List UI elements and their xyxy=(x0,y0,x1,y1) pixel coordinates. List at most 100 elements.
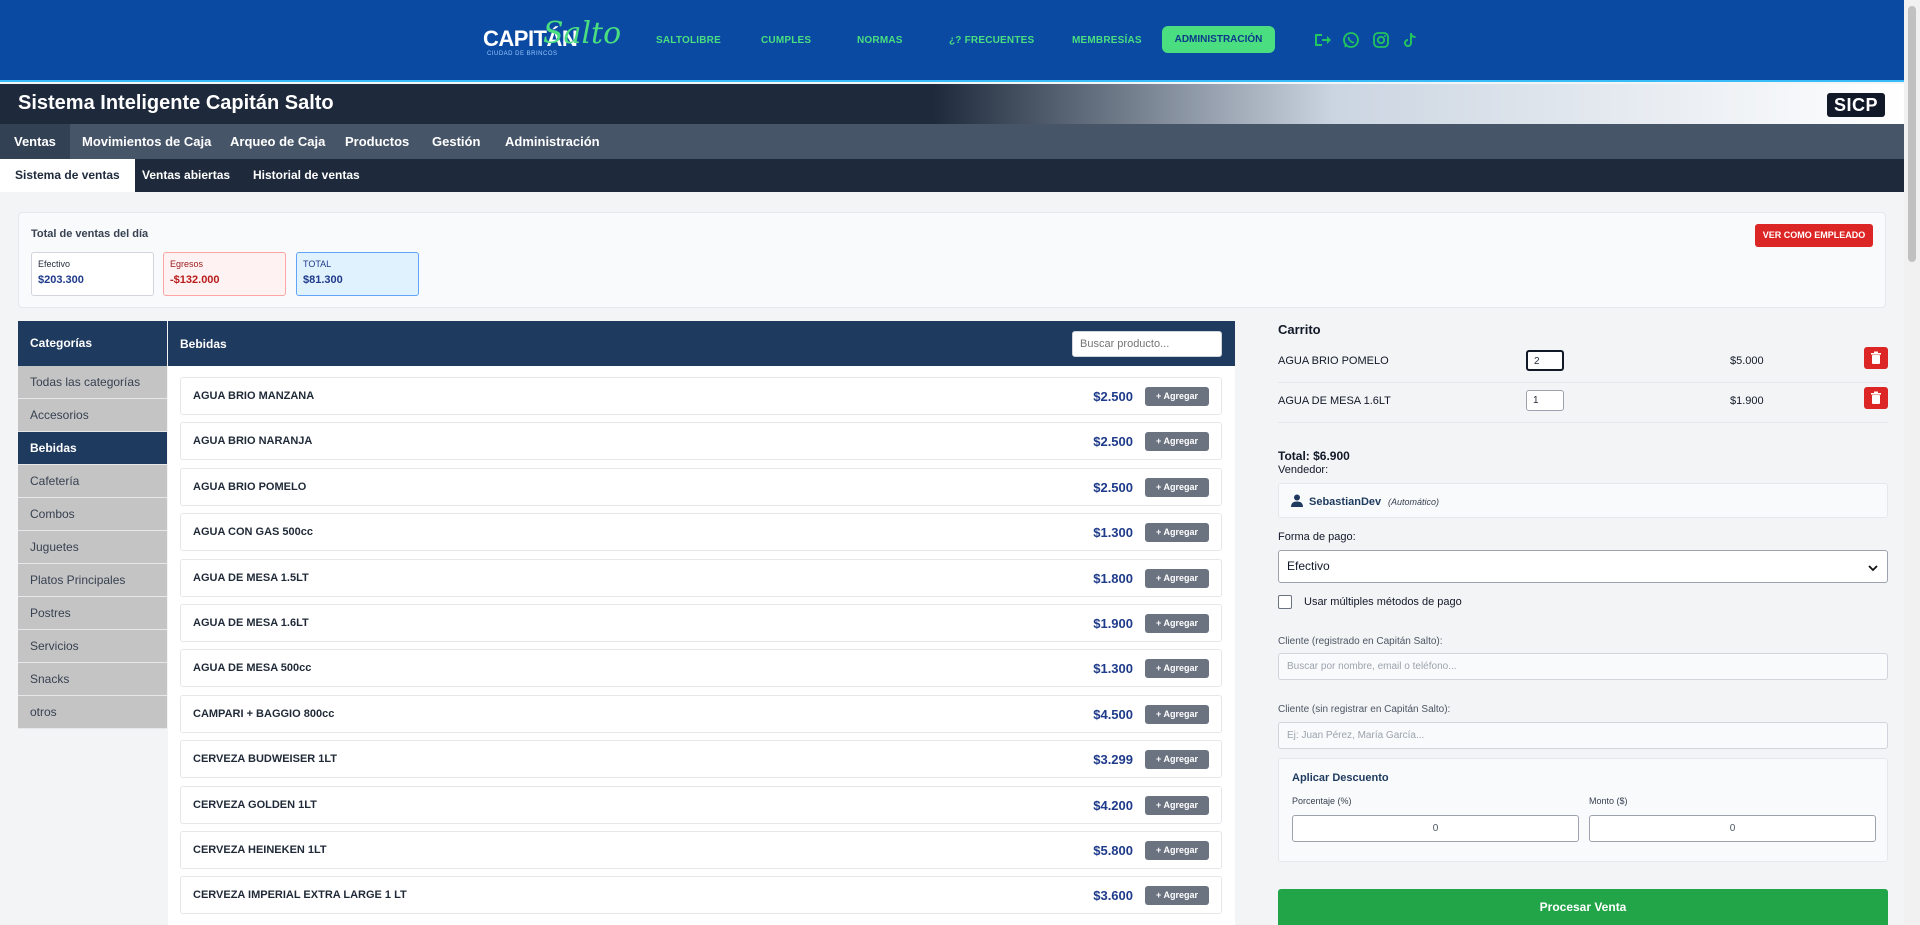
main-tabs: Ventas Movimientos de Caja Arqueo de Caj… xyxy=(0,124,1904,159)
product-row: CERVEZA BUDWEISER 1LT $3.299 + Agregar xyxy=(180,740,1222,779)
category-item[interactable]: Postres xyxy=(18,597,167,630)
product-price: $1.300 xyxy=(1093,525,1133,541)
category-item[interactable]: Todas las categorías xyxy=(18,366,167,399)
tab-arqueo-caja[interactable]: Arqueo de Caja xyxy=(216,124,339,159)
product-price: $1.300 xyxy=(1093,661,1133,677)
nav-admin-button[interactable]: ADMINISTRACIÓN xyxy=(1162,26,1275,53)
card-label: Efectivo xyxy=(38,259,71,269)
discount-amount-input[interactable]: 0 xyxy=(1589,815,1876,842)
delete-cart-item-button[interactable] xyxy=(1864,347,1888,369)
logo-tagline: CIUDAD DE BRINCOS xyxy=(487,51,558,57)
product-search-input[interactable] xyxy=(1072,331,1222,357)
category-item[interactable]: Combos xyxy=(18,498,167,531)
cart-item-name: AGUA DE MESA 1.6LT xyxy=(1278,395,1391,407)
tab-movimientos-caja[interactable]: Movimientos de Caja xyxy=(68,124,225,159)
capitan-salto-logo[interactable]: CAPITÁN Salto CIUDAD DE BRINCOS xyxy=(483,14,621,68)
nav-normas[interactable]: NORMAS xyxy=(857,35,903,46)
chevron-down-icon xyxy=(1867,552,1879,586)
add-product-button[interactable]: + Agregar xyxy=(1145,840,1209,860)
view-as-employee-button[interactable]: VER COMO EMPLEADO xyxy=(1755,224,1873,247)
product-row: AGUA BRIO NARANJA $2.500 + Agregar xyxy=(180,422,1222,461)
add-product-button[interactable]: + Agregar xyxy=(1145,477,1209,497)
discount-percent-input[interactable]: 0 xyxy=(1292,815,1579,842)
product-row: AGUA BRIO MANZANA $2.500 + Agregar xyxy=(180,377,1222,415)
category-item[interactable]: Accesorios xyxy=(18,399,167,432)
payment-method-value: Efectivo xyxy=(1287,559,1330,573)
delete-cart-item-button[interactable] xyxy=(1864,387,1888,409)
add-product-button[interactable]: + Agregar xyxy=(1145,613,1209,633)
user-icon xyxy=(1291,494,1303,512)
cart-item-price: $1.900 xyxy=(1730,395,1764,407)
client-registered-search-input[interactable]: Buscar por nombre, email o teléfono... xyxy=(1278,653,1888,680)
product-name: CERVEZA GOLDEN 1LT xyxy=(193,798,317,811)
total-card-efectivo: Efectivo $203.300 xyxy=(31,252,154,296)
seller-box: SebastianDev (Automático) xyxy=(1278,483,1888,518)
add-product-button[interactable]: + Agregar xyxy=(1145,387,1209,406)
category-item[interactable]: Snacks xyxy=(18,663,167,696)
product-row: AGUA DE MESA 1.6LT $1.900 + Agregar xyxy=(180,603,1222,642)
nav-saltolibre[interactable]: SALTOLIBRE xyxy=(656,35,721,46)
products-panel: Bebidas AGUA BRIO MANZANA $2.500 + Agregar… xyxy=(168,321,1235,925)
nav-membresias[interactable]: MEMBRESÍAS xyxy=(1072,35,1142,46)
product-name: AGUA DE MESA 1.6LT xyxy=(193,616,309,629)
tiktok-icon[interactable] xyxy=(1401,31,1419,49)
sicp-badge: SICP xyxy=(1826,93,1885,117)
product-name: AGUA DE MESA 1.5LT xyxy=(193,571,309,584)
subtab-ventas-abiertas[interactable]: Ventas abiertas xyxy=(127,159,245,192)
cart-qty-stepper[interactable]: 1 xyxy=(1526,390,1564,411)
product-price: $1.800 xyxy=(1093,570,1133,586)
cart-item: AGUA BRIO POMELO 2 $5.000 xyxy=(1278,343,1888,383)
add-product-button[interactable]: + Agregar xyxy=(1145,568,1209,588)
client-unregistered-input[interactable]: Ej: Juan Pérez, María García... xyxy=(1278,722,1888,749)
subtab-historial-ventas[interactable]: Historial de ventas xyxy=(238,159,375,192)
add-product-button[interactable]: + Agregar xyxy=(1145,750,1209,770)
add-product-button[interactable]: + Agregar xyxy=(1145,795,1209,815)
category-item[interactable]: Platos Principales xyxy=(18,564,167,597)
products-category-title: Bebidas xyxy=(180,337,227,351)
scrollbar-thumb[interactable] xyxy=(1908,6,1916,262)
nav-cumples[interactable]: CUMPLES xyxy=(761,35,811,46)
product-row: CAMPARI + BAGGIO 800cc $4.500 + Agregar xyxy=(180,694,1222,733)
multi-payment-checkbox[interactable] xyxy=(1278,595,1292,609)
payment-method-select[interactable]: Efectivo xyxy=(1278,550,1888,583)
add-product-button[interactable]: + Agregar xyxy=(1145,704,1209,724)
tab-ventas[interactable]: Ventas xyxy=(0,124,70,159)
product-price: $3.600 xyxy=(1093,888,1133,904)
product-name: AGUA BRIO MANZANA xyxy=(193,390,315,402)
add-product-button[interactable]: + Agregar xyxy=(1145,886,1209,906)
tab-administracion[interactable]: Administración xyxy=(491,124,614,159)
product-name: AGUA DE MESA 500cc xyxy=(193,662,312,675)
whatsapp-icon[interactable] xyxy=(1342,31,1360,49)
client-unregistered-label: Cliente (sin registrar en Capitán Salto)… xyxy=(1278,704,1451,715)
product-name: AGUA BRIO NARANJA xyxy=(193,435,313,448)
category-item[interactable]: Servicios xyxy=(18,630,167,663)
add-product-button[interactable]: + Agregar xyxy=(1145,523,1209,543)
process-sale-button[interactable]: Procesar Venta xyxy=(1278,889,1888,925)
discount-amount-label: Monto ($) xyxy=(1589,796,1628,806)
instagram-icon[interactable] xyxy=(1372,31,1390,49)
categories-title: Categorías xyxy=(18,321,167,366)
subtab-sistema-ventas[interactable]: Sistema de ventas xyxy=(0,159,135,192)
category-item-active[interactable]: Bebidas xyxy=(18,432,167,465)
cart-qty-stepper[interactable]: 2 xyxy=(1526,350,1564,371)
tab-gestion[interactable]: Gestión xyxy=(418,124,494,159)
logout-icon[interactable] xyxy=(1313,31,1331,49)
card-label: Egresos xyxy=(170,259,204,269)
product-row: AGUA CON GAS 500cc $1.300 + Agregar xyxy=(180,513,1222,552)
page-scrollbar[interactable] xyxy=(1904,0,1920,925)
product-name: AGUA BRIO POMELO xyxy=(193,480,307,493)
payment-method-label: Forma de pago: xyxy=(1278,531,1356,543)
product-price: $4.200 xyxy=(1093,797,1133,813)
product-name: AGUA CON GAS 500cc xyxy=(193,526,314,539)
add-product-button[interactable]: + Agregar xyxy=(1145,659,1209,679)
nav-frecuentes[interactable]: ¿? FRECUENTES xyxy=(949,35,1034,46)
total-card-egresos: Egresos -$132.000 xyxy=(163,252,286,296)
products-header: Bebidas xyxy=(168,321,1235,366)
discount-panel: Aplicar Descuento Porcentaje (%) Monto (… xyxy=(1278,758,1888,862)
category-item[interactable]: otros xyxy=(18,696,167,729)
add-product-button[interactable]: + Agregar xyxy=(1145,432,1209,452)
category-item[interactable]: Cafetería xyxy=(18,465,167,498)
multi-payment-label: Usar múltiples métodos de pago xyxy=(1304,596,1462,608)
category-item[interactable]: Juguetes xyxy=(18,531,167,564)
tab-productos[interactable]: Productos xyxy=(331,124,423,159)
